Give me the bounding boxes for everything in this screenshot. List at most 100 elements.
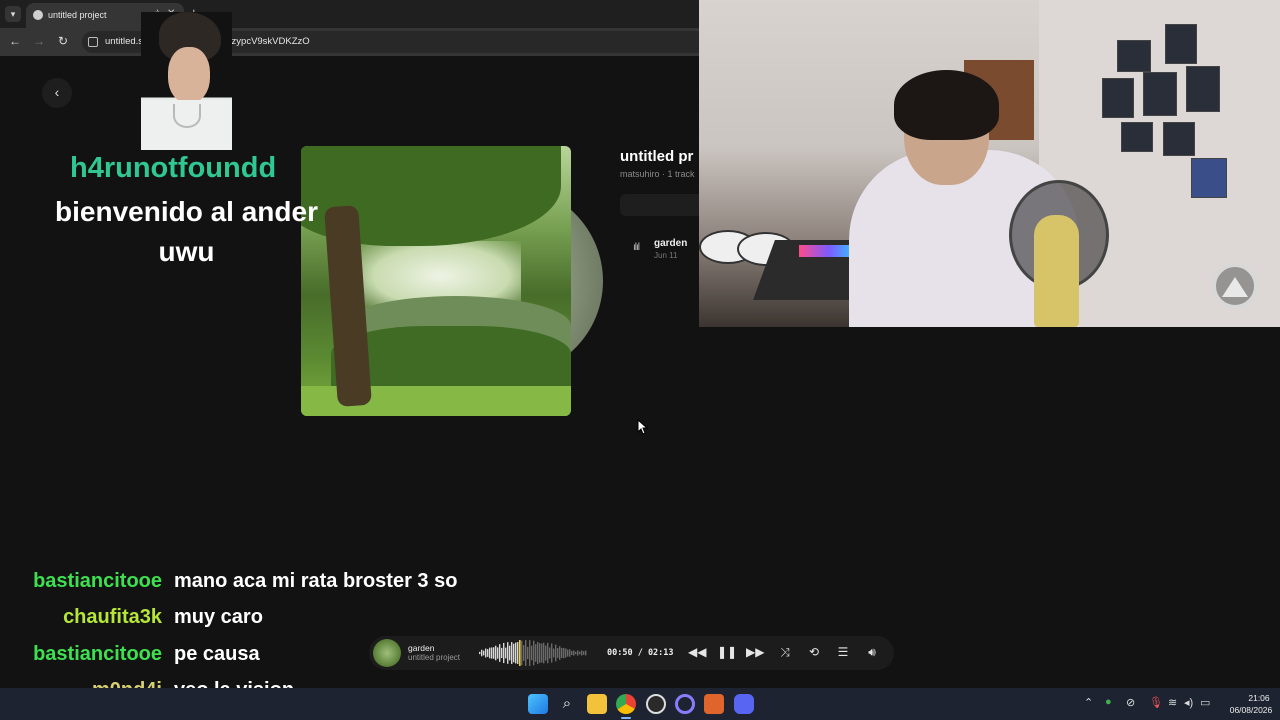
player-artwork[interactable] bbox=[373, 639, 401, 667]
chat-text: mano aca mi rata broster 3 so bbox=[174, 570, 458, 592]
chat-username: bastiancitooe bbox=[33, 570, 162, 592]
welcome-text: bienvenido al ander uwu bbox=[0, 192, 373, 272]
welcome-line: bienvenido al ander bbox=[55, 196, 318, 227]
windows-start-icon[interactable] bbox=[528, 694, 548, 714]
chat-username: bastiancitooe bbox=[33, 643, 162, 665]
waveform-bar bbox=[491, 647, 493, 659]
obs-icon[interactable] bbox=[646, 694, 666, 714]
waveform-bar bbox=[579, 651, 581, 655]
waveform-bar bbox=[485, 648, 487, 658]
pause-icon[interactable]: ❚❚ bbox=[717, 645, 737, 659]
waveform-bar bbox=[555, 644, 557, 662]
waveform-bar bbox=[483, 650, 485, 656]
waveform-bar bbox=[527, 646, 529, 660]
waveform-bar bbox=[505, 647, 507, 659]
clock-date[interactable]: 06/08/2026 bbox=[1226, 705, 1276, 715]
waveform-playhead bbox=[519, 640, 521, 666]
search-icon[interactable]: ⌕ bbox=[557, 694, 577, 714]
waveform-bar bbox=[511, 642, 513, 664]
waveform-bar bbox=[539, 643, 541, 663]
speaker-icon[interactable]: ◂) bbox=[1184, 696, 1193, 709]
discord-icon[interactable] bbox=[734, 694, 754, 714]
shuffle-icon[interactable]: ⤨ bbox=[776, 645, 794, 660]
avatar-chain bbox=[173, 104, 201, 128]
chat-username: chaufita3k bbox=[63, 606, 162, 628]
webcam-feed bbox=[699, 0, 1280, 327]
chat-message: chaufita3k muy caro bbox=[0, 606, 520, 636]
player-artist[interactable]: untitled project bbox=[408, 653, 460, 662]
microphone-icon[interactable]: 🎙︎ bbox=[1149, 696, 1163, 709]
webcam-poster bbox=[1165, 24, 1197, 64]
site-info-icon[interactable] bbox=[88, 37, 98, 47]
wifi-icon[interactable]: ≋ bbox=[1168, 696, 1177, 709]
tray-app-icon[interactable]: ● bbox=[1105, 696, 1112, 708]
player-track-title[interactable]: garden bbox=[408, 643, 434, 653]
webcam-poster bbox=[1143, 72, 1177, 116]
back-arrow-icon[interactable]: ← bbox=[7, 34, 23, 48]
album-meta: matsuhiro · 1 track bbox=[620, 169, 695, 179]
waveform-bar bbox=[569, 649, 571, 657]
chrome-active-indicator bbox=[621, 717, 631, 719]
waveform-bar bbox=[561, 647, 563, 659]
volume-icon[interactable]: 🔊︎ bbox=[863, 645, 881, 660]
waveform-bar bbox=[545, 645, 547, 661]
webcam-poster bbox=[1121, 122, 1153, 152]
tray-app-icon[interactable]: ⊘ bbox=[1126, 696, 1135, 709]
waveform-bar bbox=[525, 640, 527, 666]
fast-forward-icon[interactable]: ▶▶ bbox=[746, 645, 764, 659]
waveform-bar bbox=[573, 650, 575, 656]
waveform-bar bbox=[495, 645, 497, 661]
waveform-bar bbox=[567, 649, 569, 657]
waveform-bar bbox=[509, 645, 511, 661]
waveform-bar bbox=[577, 650, 579, 656]
repeat-icon[interactable]: ⟲ bbox=[805, 645, 823, 659]
clock-time[interactable]: 21:06 bbox=[1238, 693, 1280, 703]
album-action-bar[interactable] bbox=[620, 194, 699, 216]
tab-favicon-icon bbox=[33, 10, 43, 20]
webcam-poster bbox=[1102, 78, 1134, 118]
avatar-face bbox=[168, 47, 210, 103]
browser-toolbar: ← → ↻ untitled.stream/…ct/TYaQdZUzypcV9s… bbox=[0, 28, 699, 56]
file-explorer-icon[interactable] bbox=[587, 694, 607, 714]
screen: ▾ untitled project ◂) ✕ + ← → ↻ untitled… bbox=[0, 0, 1280, 720]
waveform-bar bbox=[503, 642, 505, 664]
player-time: 00:50 / 02:13 bbox=[607, 648, 674, 658]
app-ring-icon[interactable] bbox=[675, 694, 695, 714]
tab-search-icon[interactable]: ▾ bbox=[5, 6, 21, 22]
forward-arrow-icon[interactable]: → bbox=[31, 34, 47, 48]
webcam-poster bbox=[1191, 158, 1227, 198]
welcome-line: uwu bbox=[158, 236, 215, 267]
waveform-bar bbox=[533, 640, 535, 666]
waveform-bar bbox=[497, 647, 499, 659]
queue-icon[interactable]: ☰ bbox=[834, 645, 852, 659]
fl-studio-icon[interactable] bbox=[704, 694, 724, 714]
battery-icon[interactable]: ▭ bbox=[1200, 696, 1210, 709]
waveform-bar bbox=[541, 643, 543, 663]
player-waveform[interactable] bbox=[479, 640, 587, 666]
rewind-icon[interactable]: ◀◀ bbox=[688, 645, 706, 659]
page-back-button[interactable]: ‹ bbox=[42, 78, 72, 108]
waveform-bar bbox=[563, 647, 565, 659]
waveform-bar bbox=[517, 642, 519, 664]
now-playing-bars-icon: ılıl bbox=[633, 242, 640, 253]
browser-tab-bar: ▾ untitled project ◂) ✕ + bbox=[0, 0, 699, 28]
waveform-bar bbox=[515, 642, 517, 664]
waveform-bar bbox=[523, 645, 525, 661]
waveform-bar bbox=[513, 643, 515, 663]
waveform-bar bbox=[559, 646, 561, 660]
album-title: untitled pr bbox=[620, 148, 694, 165]
track-name[interactable]: garden bbox=[654, 238, 687, 249]
chrome-icon[interactable] bbox=[616, 694, 636, 714]
taskbar: ⌕ ⌃ ● ⊘ 🎙︎ ≋ ◂) ▭ 21:06 06/08/2026 bbox=[0, 688, 1280, 720]
waveform-bar bbox=[531, 645, 533, 661]
reload-icon[interactable]: ↻ bbox=[55, 34, 71, 48]
waveform-bar bbox=[575, 651, 577, 655]
album-cover bbox=[301, 146, 571, 416]
waveform-bar bbox=[521, 640, 523, 666]
waveform-bar bbox=[553, 648, 555, 658]
tray-overflow-icon[interactable]: ⌃ bbox=[1084, 696, 1093, 709]
waveform-bar bbox=[585, 650, 587, 656]
waveform-bar bbox=[557, 648, 559, 658]
waveform-bar bbox=[529, 640, 531, 666]
waveform-bar bbox=[543, 642, 545, 664]
